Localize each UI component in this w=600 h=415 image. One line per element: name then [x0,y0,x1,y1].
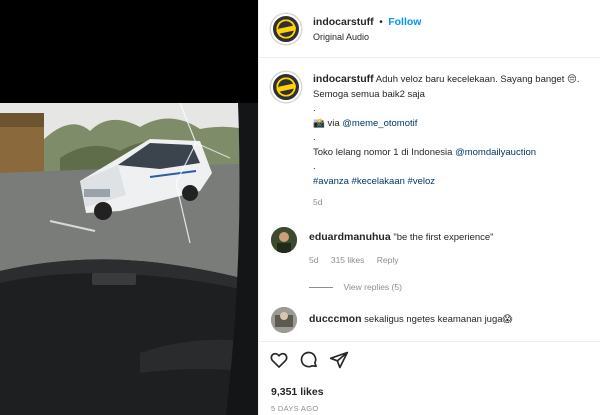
comment-username[interactable]: eduardmanuhua [309,231,391,243]
follow-button[interactable]: Follow [388,16,421,28]
comment-username[interactable]: ducccmon [309,313,362,325]
mention-link[interactable]: @momdailyauction [455,147,536,158]
post-details-panel: indocarstuff • Follow Original Audio ind… [258,0,600,415]
caption: indocarstuff Aduh veloz baru kecelekaan.… [313,72,595,210]
video-player[interactable] [0,103,258,415]
comment-text: "be the first experience" [393,232,494,243]
comment-icon[interactable] [299,350,319,370]
action-bar: 9,351 likes 5 DAYS AGO [259,341,600,415]
caption-dot-1: . [313,103,316,114]
comment-text: sekaligus ngetes keamanan juga😱 [364,314,513,325]
caption-age[interactable]: 5d [313,195,595,210]
audio-label[interactable]: Original Audio [313,32,369,42]
mention-link[interactable]: @meme_otomotif [342,118,417,129]
comment-likes[interactable]: 315 likes [331,255,365,265]
comments-area[interactable]: indocarstuff Aduh veloz baru kecelekaan.… [259,59,600,341]
caption-dot-2: . [313,132,316,143]
hashtags-link[interactable]: #avanza #kecelakaan #veloz [313,175,595,190]
view-replies-label[interactable]: View replies (5) [344,282,402,292]
post-date[interactable]: 5 DAYS AGO [271,404,318,413]
caption-line-1: Aduh veloz baru kecelekaan. Sayang bange… [375,74,580,85]
share-icon[interactable] [329,350,349,370]
post-username[interactable]: indocarstuff [313,16,374,28]
avatar-photo-icon [271,227,297,253]
avatar-photo-icon [271,307,297,333]
separator-dot: • [379,17,383,28]
comment-meta: 5d 315 likes Reply [309,255,409,265]
caption-avatar[interactable] [271,72,301,102]
comment-avatar[interactable] [271,227,297,253]
post-media[interactable] [0,0,258,415]
caption-shop-text: Toko lelang nomor 1 di Indonesia [313,146,453,158]
caption-line-2: Semoga semua baik2 saja [313,88,425,100]
comment: eduardmanuhua "be the first experience" [309,231,595,243]
comment-avatar[interactable] [271,307,297,333]
likes-count[interactable]: 9,351 likes [271,386,324,398]
heart-icon[interactable] [269,350,289,370]
video-frame [0,103,258,415]
post-header: indocarstuff • Follow Original Audio [259,0,600,58]
view-replies-line [309,287,333,289]
caption-via-prefix: 📸 via [313,117,340,129]
view-replies[interactable]: View replies (5) [309,282,402,292]
comment: ducccmon sekaligus ngetes keamanan juga😱 [309,313,595,325]
caption-dot-3: . [313,161,316,172]
reply-button[interactable]: Reply [377,255,399,265]
comment-age[interactable]: 5d [309,255,318,265]
avatar[interactable] [271,14,301,44]
caption-username[interactable]: indocarstuff [313,73,374,85]
